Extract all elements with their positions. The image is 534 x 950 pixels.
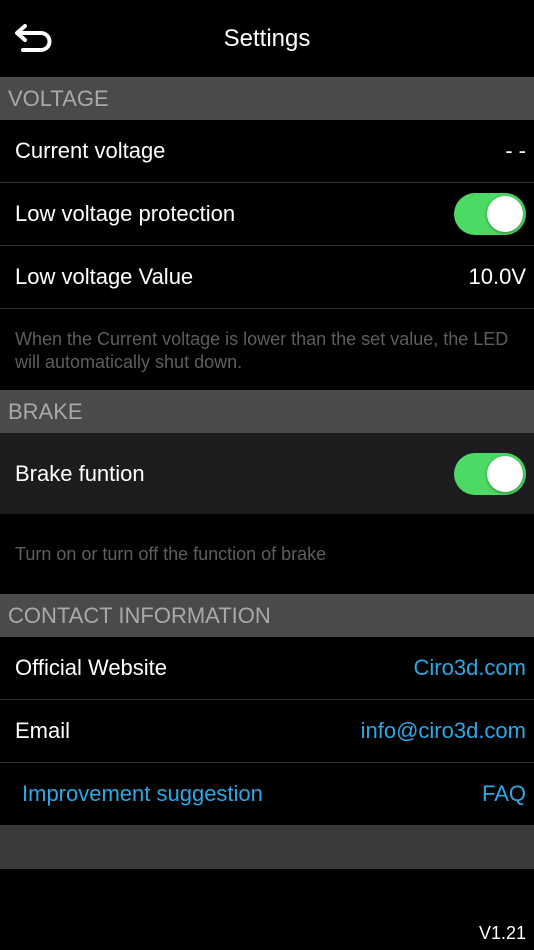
navigation-bar: Settings (0, 0, 534, 77)
section-header-voltage: VOLTAGE (0, 77, 534, 120)
brake-note: Turn on or turn off the function of brak… (15, 544, 327, 564)
brake-function-label: Brake funtion (15, 460, 145, 486)
faq-link[interactable]: FAQ (482, 781, 526, 807)
email-row: Email info@ciro3d.com (0, 700, 534, 762)
current-voltage-label: Current voltage (15, 138, 166, 163)
version-label: V1.21 (478, 923, 526, 943)
current-voltage-value: - - (505, 138, 526, 163)
improvement-suggestion-link[interactable]: Improvement suggestion (22, 781, 263, 807)
official-website-link[interactable]: Ciro3d.com (414, 655, 526, 681)
low-voltage-value-label: Low voltage Value (15, 264, 194, 289)
low-voltage-value-row[interactable]: Low voltage Value 10.0V (0, 246, 534, 308)
low-voltage-protection-toggle[interactable] (454, 193, 526, 235)
official-website-row: Official Website Ciro3d.com (0, 637, 534, 699)
low-voltage-value[interactable]: 10.0V (469, 264, 527, 290)
page-title: Settings (223, 25, 311, 52)
email-label: Email (15, 718, 71, 743)
low-voltage-protection-row: Low voltage protection (0, 183, 534, 245)
toggle-knob (487, 455, 523, 492)
voltage-note: When the Current voltage is lower than t… (15, 329, 509, 372)
brake-function-row: Brake funtion (0, 433, 534, 514)
section-header-brake: BRAKE (0, 390, 534, 433)
links-row: Improvement suggestion FAQ (0, 763, 534, 825)
footer-bar (0, 825, 534, 869)
low-voltage-protection-label: Low voltage protection (15, 201, 236, 226)
email-link[interactable]: info@ciro3d.com (361, 718, 526, 744)
divider (0, 308, 534, 309)
brake-function-toggle[interactable] (454, 452, 526, 495)
official-website-label: Official Website (15, 655, 168, 680)
toggle-knob (487, 196, 523, 232)
current-voltage-row: Current voltage - - (0, 120, 534, 182)
section-header-contact: CONTACT INFORMATION (0, 594, 534, 637)
